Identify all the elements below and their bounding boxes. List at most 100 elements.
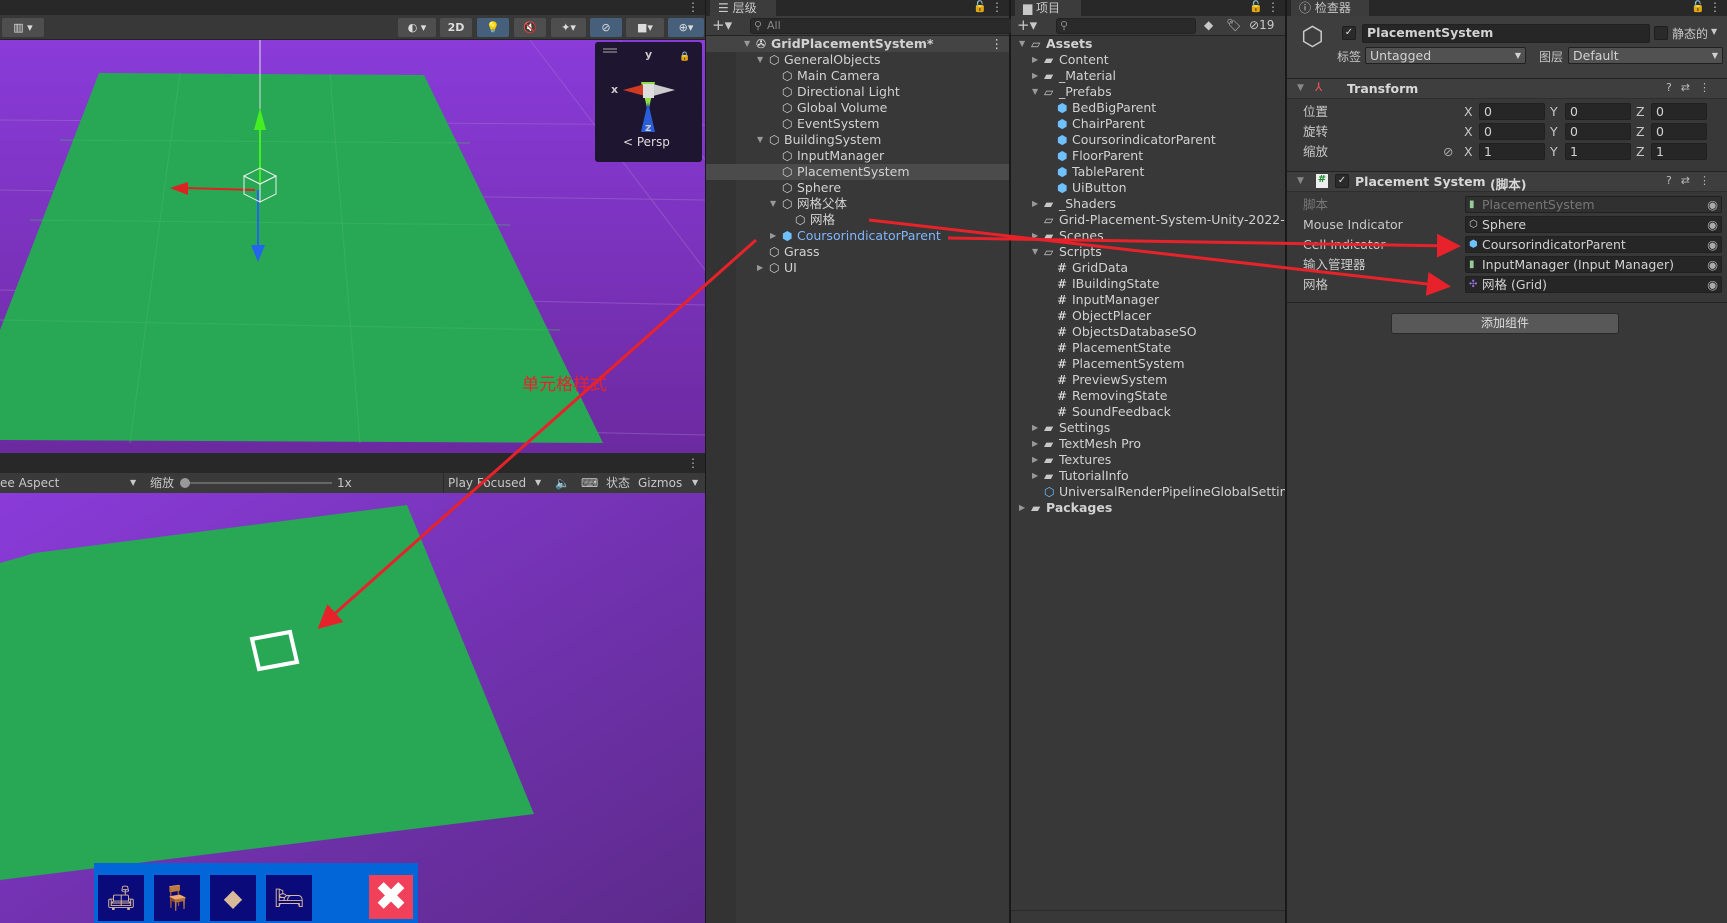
component-enabled-checkbox[interactable]: ✓	[1335, 174, 1349, 188]
more-icon[interactable]: ⋮	[1267, 0, 1279, 14]
axis-x-label[interactable]: X	[1464, 103, 1473, 120]
expanded-arrow-icon[interactable]: ▼	[1032, 84, 1042, 100]
axis-x-label[interactable]: X	[1464, 143, 1473, 160]
axis-z-label[interactable]: Z	[1636, 143, 1645, 160]
play-mode-dropdown[interactable]: Play Focused	[443, 473, 526, 493]
object-picker-icon[interactable]: ◉	[1707, 257, 1718, 272]
axis-x-label[interactable]: X	[1464, 123, 1473, 140]
transform-header[interactable]: ▼ ⅄ Transform ?⇄⋮	[1287, 78, 1727, 99]
axis-y-label[interactable]: Y	[1550, 123, 1558, 140]
more-icon[interactable]: ⋮	[1699, 81, 1719, 94]
tab-inspector[interactable]: ⓘ 检查器	[1291, 0, 1369, 16]
tree-item[interactable]: # PlacementState	[1011, 340, 1285, 356]
collapsed-arrow-icon[interactable]: ▶	[1032, 52, 1042, 68]
tree-item[interactable]: ▼ ⬡ GeneralObjects	[706, 52, 1009, 68]
create-button[interactable]: +▾	[1017, 16, 1037, 34]
tree-item[interactable]: ▶ ⬡ UI	[706, 260, 1009, 276]
constrain-proportions-icon[interactable]: ⊘	[1443, 143, 1453, 160]
tree-item[interactable]: ▶ ▰ _Material	[1011, 68, 1285, 84]
2d-toggle[interactable]: 2D	[440, 18, 472, 37]
zoom-slider-handle[interactable]	[180, 478, 190, 488]
collapsed-arrow-icon[interactable]: ▶	[1032, 452, 1042, 468]
projection-toggle[interactable]: < Persp	[623, 135, 670, 149]
lighting-icon[interactable]: 💡	[477, 18, 509, 37]
tree-item[interactable]: ▱ Grid-Placement-System-Unity-2022-ma	[1011, 212, 1285, 228]
add-component-button[interactable]: 添加组件	[1391, 313, 1619, 334]
more-icon[interactable]: ⋮	[687, 0, 699, 14]
tree-item[interactable]: ⬡ Grass	[706, 244, 1009, 260]
game-viewport[interactable]	[0, 493, 705, 923]
axis-y-label[interactable]: Y	[1550, 143, 1558, 160]
object-reference-field[interactable]: ⬢ CoursorindicatorParent ◉	[1465, 236, 1722, 253]
tag-dropdown[interactable]: Untagged ▼	[1365, 47, 1526, 64]
collapsed-arrow-icon[interactable]: ▶	[1019, 500, 1029, 516]
tree-item[interactable]: ▶ ▰ TutorialInfo	[1011, 468, 1285, 484]
chevron-down-icon[interactable]: ▼	[692, 473, 698, 493]
tab-project[interactable]: ▆ 项目	[1015, 0, 1081, 16]
tree-item[interactable]: ⬡ PlacementSystem	[706, 164, 1009, 180]
tree-item[interactable]: ▼ ⬡ 网格父体	[706, 196, 1009, 212]
project-search-input[interactable]: ⚲	[1056, 18, 1196, 34]
axis-y-label[interactable]: Y	[1550, 103, 1558, 120]
filter-by-type-icon[interactable]: ◆	[1204, 18, 1213, 32]
object-reference-field[interactable]: ▮ InputManager (Input Manager) ◉	[1465, 256, 1722, 273]
scene-visibility-icon[interactable]: ⊘	[590, 18, 622, 37]
x-field[interactable]: 1	[1479, 143, 1545, 160]
expanded-arrow-icon[interactable]: ▼	[757, 132, 767, 148]
lock-icon[interactable]: 🔒	[679, 52, 690, 62]
object-picker-icon[interactable]: ◉	[1707, 197, 1718, 212]
tree-item[interactable]: # SoundFeedback	[1011, 404, 1285, 420]
add-button[interactable]: +▾	[712, 16, 732, 34]
tree-item[interactable]: ⬢ CoursorindicatorParent	[1011, 132, 1285, 148]
gameobject-icon[interactable]: ⬡	[1301, 22, 1324, 52]
expanded-arrow-icon[interactable]: ▼	[1019, 36, 1029, 52]
aspect-dropdown[interactable]: ee Aspect	[0, 473, 140, 493]
bed-item-button[interactable]: 🛏	[266, 875, 312, 921]
gizmos-icon[interactable]: ⊕▾	[668, 18, 704, 37]
tree-item[interactable]: ▼ ⬡ BuildingSystem	[706, 132, 1009, 148]
lock-icon[interactable]: 🔓	[1249, 0, 1263, 14]
grid-snap-button[interactable]: ▥ ▾	[2, 18, 44, 37]
lock-icon[interactable]: 🔓	[973, 0, 987, 14]
foldout-arrow-icon[interactable]: ▼	[1297, 176, 1304, 186]
expanded-arrow-icon[interactable]: ▼	[757, 52, 767, 68]
tree-item[interactable]: ⬡ Global Volume	[706, 100, 1009, 116]
tree-item[interactable]: # InputManager	[1011, 292, 1285, 308]
presets-icon[interactable]: ⇄	[1681, 174, 1699, 187]
tree-item[interactable]: ⬡ EventSystem	[706, 116, 1009, 132]
tree-item[interactable]: ⬡ Main Camera	[706, 68, 1009, 84]
tree-item[interactable]: ▶ ▰ Content	[1011, 52, 1285, 68]
lock-icon[interactable]: 🔓	[1691, 0, 1705, 14]
static-checkbox[interactable]	[1654, 26, 1668, 40]
tree-item[interactable]: # RemovingState	[1011, 388, 1285, 404]
tree-item[interactable]: # ObjectsDatabaseSO	[1011, 324, 1285, 340]
axis-z-label[interactable]: Z	[1636, 123, 1645, 140]
more-icon[interactable]: ⋮	[1709, 0, 1721, 14]
presets-icon[interactable]: ⇄	[1681, 81, 1699, 94]
tree-item[interactable]: ▶ ▰ _Shaders	[1011, 196, 1285, 212]
expanded-arrow-icon[interactable]: ▼	[744, 36, 754, 52]
table-item-button[interactable]: 🛋	[98, 875, 144, 921]
tree-item[interactable]: # GridData	[1011, 260, 1285, 276]
collapsed-arrow-icon[interactable]: ▶	[1032, 436, 1042, 452]
object-picker-icon[interactable]: ◉	[1707, 237, 1718, 252]
x-field[interactable]: 0	[1479, 103, 1545, 120]
axis-z-label[interactable]: Z	[1636, 103, 1645, 120]
tree-item[interactable]: ▼ ▱ Assets	[1011, 36, 1285, 52]
camera-icon[interactable]: ■▾	[626, 18, 664, 37]
tree-item[interactable]: ▼ ▱ _Prefabs	[1011, 84, 1285, 100]
y-field[interactable]: 0	[1565, 103, 1631, 120]
object-picker-icon[interactable]: ◉	[1707, 217, 1718, 232]
hidden-packages-icon[interactable]: ⊘19	[1249, 18, 1274, 32]
help-icon[interactable]: ?	[1666, 81, 1681, 94]
foldout-arrow-icon[interactable]: ▼	[1297, 83, 1304, 93]
active-checkbox[interactable]: ✓	[1342, 26, 1356, 40]
collapsed-arrow-icon[interactable]: ▶	[757, 260, 767, 276]
object-reference-field[interactable]: ✣ 网格 (Grid) ◉	[1465, 276, 1722, 293]
placement-system-header[interactable]: ▼ # ✓ Placement System (脚本) ?⇄⋮	[1287, 171, 1727, 192]
filter-by-label-icon[interactable]: 🏷	[1226, 18, 1241, 32]
keyboard-icon[interactable]: ⌨	[581, 473, 598, 493]
z-field[interactable]: 0	[1651, 103, 1707, 120]
tree-item[interactable]: ⬡ 网格	[706, 212, 1009, 228]
tree-item[interactable]: ▶ ▰ TextMesh Pro	[1011, 436, 1285, 452]
